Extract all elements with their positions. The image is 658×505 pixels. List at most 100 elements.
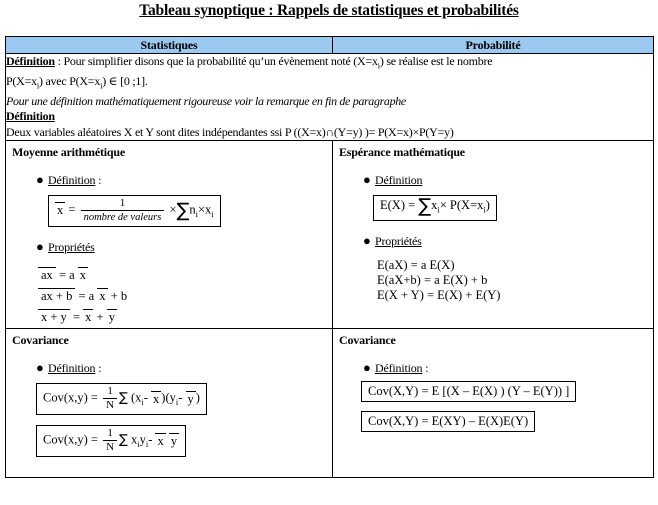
cov-l-f1-barx: x (151, 391, 162, 407)
expectation-property-2: E(aX+b) = a E(X) + b (377, 272, 488, 287)
expectation-cell: Espérance mathématique ● Définition E(X)… (332, 140, 654, 330)
covariance-left-formula1-box: Cov(x,y) = 1 N ∑ (xi- x)(yi- y) (36, 383, 207, 416)
definition-remark: Pour une définition mathématiquement rig… (6, 93, 406, 108)
expectation-definition-label: Définition (375, 173, 423, 188)
cov-l-f1-open: (x (130, 390, 142, 405)
mean-properties-list: ax = a x ax + b = a x + b x + y = x + y (6, 265, 332, 328)
expectation-formula-times: × (439, 198, 447, 213)
covariance-left-heading: Covariance (12, 333, 69, 348)
mean-prop3-eq: = (72, 310, 80, 325)
mean-formula-tail-x-sub: i (211, 209, 214, 220)
mean-cell: Moyenne arithmétique ● Définition : x = … (5, 140, 333, 330)
mean-definition-label: Définition : (48, 173, 102, 188)
definition-text-2c: ) ∈ [0 ;1]. (102, 73, 148, 88)
cov-l-f1-minus1: - (143, 390, 148, 405)
expectation-heading: Espérance mathématique (339, 145, 465, 160)
definition-cell: Définition : Pour simplifier disons que … (5, 52, 654, 142)
independence-statement: Deux variables aléatoires X et Y sont di… (6, 124, 454, 139)
covariance-left-cell: Covariance ● Définition : Cov(x,y) = 1 N… (5, 328, 333, 479)
expectation-properties-label: Propriétés (375, 233, 422, 248)
sigma-icon: ∑ (119, 432, 128, 448)
mean-prop3-rhs2: y (106, 309, 117, 325)
definition-text-2a: P(X=x (6, 73, 37, 88)
document-page: Tableau synoptique : Rappels de statisti… (0, 0, 658, 505)
bullet-icon: ● (363, 172, 371, 188)
expectation-property-1: E(aX) = a E(X) (377, 257, 455, 272)
mean-formula-numerator: 1 (80, 198, 165, 212)
cov-l-f2-minus: - (148, 432, 153, 447)
covariance-left-formula2-wrap: Cov(x,y) = 1 N ∑ xiyi- x y (6, 425, 332, 458)
covariance-left-formula1-wrap: Cov(x,y) = 1 N ∑ (xi- x)(yi- y) (6, 383, 332, 416)
cov-l-f1-mid: )(y (161, 390, 176, 405)
covariance-right-formula1-wrap: Cov(X,Y) = E [(X – E(X) ) (Y – E(Y)) ] (333, 381, 653, 403)
definition-row: Définition : Pour simplifier disons que … (5, 52, 654, 142)
mean-property-3: x + y = x + y (38, 307, 332, 328)
cov-l-f1-lhs: Cov(x,y) = (43, 390, 98, 405)
definition-line-1: Définition : Pour simplifier disons que … (6, 54, 653, 74)
mean-prop1-eq: = a (58, 268, 75, 283)
bullet-icon: ● (36, 172, 44, 188)
sigma-icon: ∑ (176, 199, 190, 222)
cov-l-f2-den: N (106, 441, 115, 454)
mean-property-1: ax = a x (38, 265, 332, 286)
sigma-icon: ∑ (418, 195, 432, 218)
mean-prop3-rhs1: x (83, 309, 94, 325)
covariance-left-definition-bullet: ● Définition : (6, 361, 332, 376)
expectation-formula-box: E(X) = ∑xi× P(X=xi) (373, 195, 497, 221)
cov-l-f1-bary: y (185, 391, 196, 407)
covariance-right-heading: Covariance (339, 333, 396, 348)
expectation-property-3: E(X + Y) = E(X) + E(Y) (377, 287, 501, 302)
mean-prop2-lhs: ax + b (38, 288, 76, 303)
cov-l-f2-bary: y (168, 433, 180, 449)
covariance-left-formula2-box: Cov(x,y) = 1 N ∑ xiyi- x y (36, 425, 187, 458)
mean-property-2: ax + b = a x + b (38, 286, 332, 307)
cov-l-f2-lhs: Cov(x,y) = (43, 432, 98, 447)
definition-label-1: Définition (6, 54, 55, 68)
mean-definition-bullet: ● Définition : (6, 173, 332, 188)
definition-line-2: P(X=xi) avec P(X=xi) ∈ [0 ;1]. (6, 74, 653, 94)
page-title: Tableau synoptique : Rappels de statisti… (139, 2, 519, 19)
covariance-right-cell: Covariance ● Définition : Cov(X,Y) = E [… (332, 328, 654, 479)
expectation-properties-bullet: ● Propriétés (333, 234, 653, 249)
mean-formula-times: × (169, 202, 177, 217)
definition-label-2: Définition (6, 109, 55, 124)
mean-prop1-lhs: ax (38, 267, 56, 282)
column-header-statistiques: Statistiques (5, 36, 333, 54)
mean-formula-box: x = 1 nombre de valeurs ×∑ni×xi (48, 195, 221, 228)
covariance-right-formula1-box: Cov(X,Y) = E [(X – E(X) ) (Y – E(Y)) ] (361, 381, 577, 403)
mean-prop1-rhs: x (77, 267, 89, 283)
cov-l-f2-barx: x (155, 433, 166, 449)
expectation-formula-prob-end: ) (485, 198, 490, 213)
mean-formula-denominator: nombre de valeurs (83, 212, 162, 224)
bullet-icon: ● (363, 360, 371, 376)
mean-prop2-tail: + b (110, 289, 128, 304)
bullet-icon: ● (36, 239, 44, 255)
mean-prop3-plus: + (96, 310, 104, 325)
expectation-formula-prob: P(X=x (449, 198, 484, 213)
mean-properties-bullet: ● Propriétés (6, 240, 332, 255)
mean-heading: Moyenne arithmétique (12, 145, 125, 160)
mean-prop2-eq: = a (78, 289, 95, 304)
mean-formula-eq: = (68, 202, 76, 217)
cov-l-f1-close: ) (195, 390, 200, 405)
synoptic-table: Statistiques Probabilité Définition : Po… (5, 36, 654, 479)
sigma-icon: ∑ (119, 390, 128, 406)
covariance-right-formula2-box: Cov(X,Y) = E(XY) – E(X)E(Y) (361, 411, 536, 433)
cov-l-f1-den: N (106, 399, 115, 412)
definition-text-1: Pour simplifier disons que la probabilit… (63, 54, 378, 68)
expectation-definition-bullet: ● Définition (333, 173, 653, 188)
mean-formula-fraction: 1 nombre de valeurs (80, 198, 165, 224)
cov-l-f1-fraction: 1 N (103, 386, 118, 412)
column-header-probabilite: Probabilité (332, 36, 654, 54)
covariance-right-definition-bullet: ● Définition : (333, 361, 653, 376)
covariance-right-definition-label: Définition : (375, 361, 429, 376)
mean-formula-wrap: x = 1 nombre de valeurs ×∑ni×xi (6, 195, 332, 228)
table-header-row: Statistiques Probabilité (5, 36, 654, 54)
mean-formula-tail-times: × (197, 202, 206, 217)
mean-formula-lhs: x (55, 201, 66, 217)
mean-prop2-rhs: x (97, 288, 108, 304)
covariance-right-formula2-wrap: Cov(X,Y) = E(XY) – E(X)E(Y) (333, 411, 653, 433)
definition-text-1-end: ) se réalise est le nombre (379, 54, 493, 68)
mean-expectation-row: Moyenne arithmétique ● Définition : x = … (5, 140, 654, 330)
covariance-left-definition-label: Définition : (48, 361, 102, 376)
